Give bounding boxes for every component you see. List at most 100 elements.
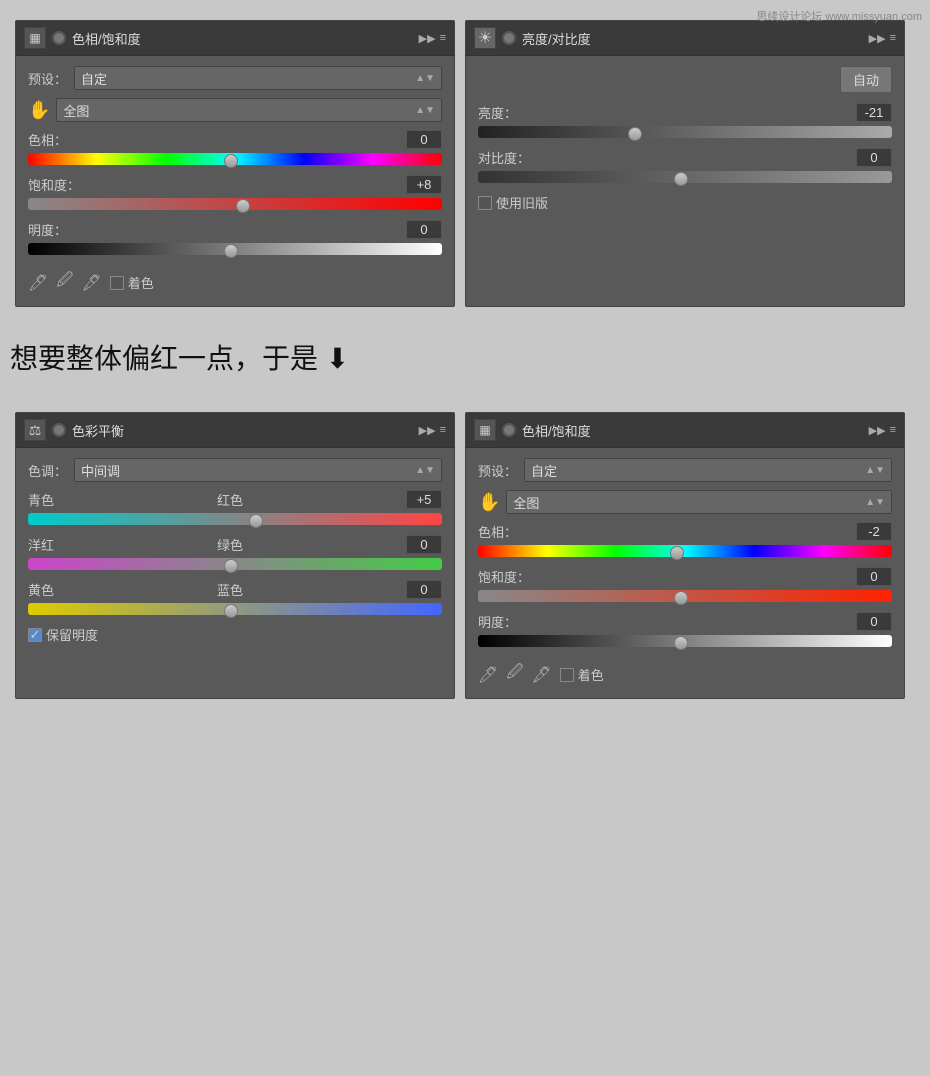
panel1-sat-label: 饱和度： [28,175,80,194]
panel3-forward-icon[interactable]: ▶▶ [419,424,436,437]
panel2-brightness-track[interactable] [478,126,892,138]
panel3-body: 色调： 中间调 ▲▼ 青色 红色 +5 洋红 [16,448,454,654]
panel4-layer-icon: ▦ [474,419,496,441]
panel4-hue-track[interactable] [478,545,892,557]
panel1-channel-select[interactable]: 全图 ▲▼ [56,98,442,122]
panel4-header-right: ▶▶ ≡ [869,424,896,437]
panel4-sat-label: 饱和度： [478,567,530,586]
panel4-sat-thumb[interactable] [674,591,688,605]
panel3-mg-track[interactable] [28,558,442,570]
panel2-contrast-track[interactable] [478,171,892,183]
panel2-brightness-row: 亮度： -21 [478,103,892,138]
panel2-contrast-thumb[interactable] [674,172,688,186]
panel1-light-track[interactable] [28,243,442,255]
panel3-preserve-checkbox[interactable]: ✓ [28,628,42,642]
panel1-eyedropper-plus-icon[interactable]: 🖉 [56,269,73,296]
panel1-menu-icon[interactable]: ≡ [440,32,446,44]
panel2-legacy-checkbox[interactable] [478,196,492,210]
panel4-channel-select[interactable]: 全图 ▲▼ [506,490,892,514]
panel3-cr-value[interactable]: +5 [406,490,442,509]
panel2-legacy-text: 使用旧版 [496,193,548,212]
panel1-light-value[interactable]: 0 [406,220,442,239]
panel2-menu-icon[interactable]: ≡ [890,32,896,44]
panel3-tone-row: 色调： 中间调 ▲▼ [28,458,442,482]
panel1-hue-label-row: 色相： 0 [28,130,442,149]
panel1-sat-row: 饱和度： +8 [28,175,442,210]
panel2-contrast-label-row: 对比度： 0 [478,148,892,167]
panel3-yb-value[interactable]: 0 [406,580,442,599]
panel1-sat-value[interactable]: +8 [406,175,442,194]
panel3-cr-label-row: 青色 红色 +5 [28,490,442,509]
panel1-preset-select[interactable]: 自定 ▲▼ [74,66,442,90]
panel2-brightness-value[interactable]: -21 [856,103,892,122]
panel1-light-thumb[interactable] [224,244,238,258]
panel1-channel-arrow: ▲▼ [415,105,435,116]
panel4-body: 预设： 自定 ▲▼ ✋ 全图 ▲▼ 色相： -2 [466,448,904,698]
panel1-hue-value[interactable]: 0 [406,130,442,149]
panel2-legacy-row: 使用旧版 [478,193,892,212]
panel2-brightness-thumb[interactable] [628,127,642,141]
panel4-hue-thumb[interactable] [670,546,684,560]
panel1-header: ▦ 色相/饱和度 ▶▶ ≡ [16,21,454,56]
panel4-hue-value[interactable]: -2 [856,522,892,541]
panel4-menu-icon[interactable]: ≡ [890,424,896,436]
panel4-forward-icon[interactable]: ▶▶ [869,424,886,437]
panel-hue-saturation-1: ▦ 色相/饱和度 ▶▶ ≡ 预设： 自定 ▲▼ ✋ 全图 [15,20,455,307]
panel4-title: 色相/饱和度 [522,421,591,440]
panel1-preset-arrow: ▲▼ [415,73,435,84]
panel4-sat-value[interactable]: 0 [856,567,892,586]
panel1-light-label: 明度： [28,220,67,239]
panel3-yb-thumb[interactable] [224,604,238,618]
panel4-sat-label-row: 饱和度： 0 [478,567,892,586]
panel4-light-thumb[interactable] [674,636,688,650]
panel1-sat-thumb[interactable] [236,199,250,213]
panel3-header-right: ▶▶ ≡ [419,424,446,437]
panel4-light-track[interactable] [478,635,892,647]
panel4-colorize-text: 着色 [578,665,604,684]
panel1-body: 预设： 自定 ▲▼ ✋ 全图 ▲▼ 色相： 0 [16,56,454,306]
panel4-eyedropper-minus-icon[interactable]: 🖋 [531,665,551,685]
panel3-tone-select[interactable]: 中间调 ▲▼ [74,458,442,482]
panel-hue-saturation-2: ▦ 色相/饱和度 ▶▶ ≡ 预设： 自定 ▲▼ ✋ 全图 [465,412,905,699]
panel1-preset-value: 自定 [81,69,107,88]
panel4-light-value[interactable]: 0 [856,612,892,631]
top-panels-row: ▦ 色相/饱和度 ▶▶ ≡ 预设： 自定 ▲▼ ✋ 全图 [0,0,930,317]
bottom-panels-row: ⚖ 色彩平衡 ▶▶ ≡ 色调： 中间调 ▲▼ 青色 [0,392,930,709]
panel3-cr-thumb[interactable] [249,514,263,528]
panel3-mg-thumb[interactable] [224,559,238,573]
panel1-preset-row: 预设： 自定 ▲▼ [28,66,442,90]
panel3-circle-icon [52,423,66,437]
panel2-auto-button[interactable]: 自动 [840,66,892,93]
panel1-hue-thumb[interactable] [224,154,238,168]
panel1-colorize-label: 着色 [110,273,154,292]
panel4-sat-track[interactable] [478,590,892,602]
panel1-sat-track[interactable] [28,198,442,210]
panel2-contrast-label: 对比度： [478,148,530,167]
panel2-header-left: ☀ 亮度/对比度 [474,27,591,49]
panel1-forward-icon[interactable]: ▶▶ [419,32,436,45]
panel4-eyedropper-plus-icon[interactable]: 🖉 [506,661,523,688]
panel3-menu-icon[interactable]: ≡ [440,424,446,436]
panel4-preset-select[interactable]: 自定 ▲▼ [524,458,892,482]
panel1-colorize-text: 着色 [128,273,154,292]
panel2-body: 自动 亮度： -21 对比度： 0 [466,56,904,222]
panel3-title: 色彩平衡 [72,421,124,440]
panel1-header-left: ▦ 色相/饱和度 [24,27,141,49]
panel1-eyedropper-icon[interactable]: 🖊 [28,273,48,293]
panel2-forward-icon[interactable]: ▶▶ [869,32,886,45]
panel2-brightness-icon: ☀ [474,27,496,49]
panel1-colorize-checkbox[interactable] [110,276,124,290]
panel1-eyedropper-minus-icon[interactable]: 🖋 [81,273,101,293]
panel1-hue-track[interactable] [28,153,442,165]
panel3-yb-track[interactable] [28,603,442,615]
panel2-header: ☀ 亮度/对比度 ▶▶ ≡ [466,21,904,56]
panel4-eyedropper-icon[interactable]: 🖊 [478,665,498,685]
panel3-mg-value[interactable]: 0 [406,535,442,554]
panel4-colorize-checkbox[interactable] [560,668,574,682]
panel2-brightness-label: 亮度： [478,103,517,122]
panel4-preset-arrow: ▲▼ [865,465,885,476]
panel3-cr-track[interactable] [28,513,442,525]
panel2-contrast-value[interactable]: 0 [856,148,892,167]
watermark: 思续设计论坛 www.missyuan.com [756,8,922,24]
panel3-balance-icon: ⚖ [24,419,46,441]
